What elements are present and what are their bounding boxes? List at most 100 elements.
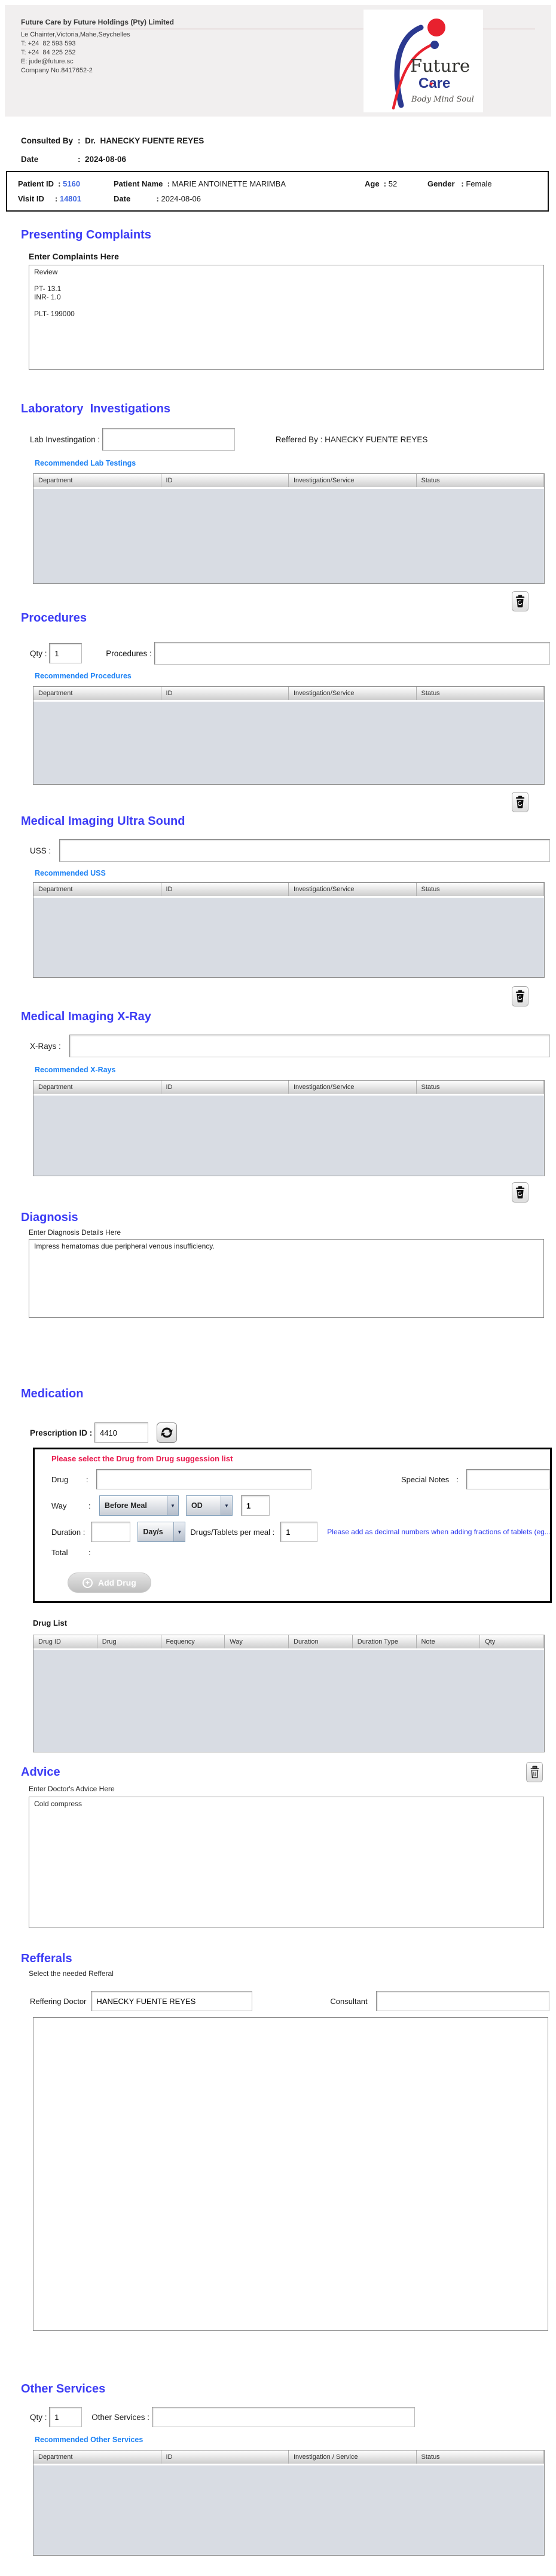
recommended-lab-testings-link[interactable]: Recommended Lab Testings bbox=[35, 459, 556, 467]
drug-col-drug[interactable]: Drug bbox=[97, 1635, 161, 1648]
drug-col-way[interactable]: Way bbox=[225, 1635, 289, 1648]
lab-col-department[interactable]: Department bbox=[33, 474, 161, 487]
prescription-id-label: Prescription ID : bbox=[30, 1428, 95, 1437]
consulted-by-label: Consulted By bbox=[21, 136, 74, 145]
special-notes-input[interactable] bbox=[466, 1469, 551, 1489]
drug-input[interactable] bbox=[96, 1469, 311, 1489]
other-services-input[interactable] bbox=[151, 2407, 415, 2427]
refferal-inputs-row: Reffering Doctor Consultant bbox=[30, 1991, 556, 2011]
uss-col-id[interactable]: ID bbox=[161, 883, 289, 896]
per-meal-input[interactable] bbox=[280, 1522, 318, 1542]
uss-table-body[interactable] bbox=[33, 898, 544, 977]
lab-col-status[interactable]: Status bbox=[417, 474, 544, 487]
trash-icon[interactable] bbox=[526, 1762, 543, 1782]
complaints-textarea[interactable]: Review PT- 13.1 INR- 1.0 PLT- 199000 bbox=[29, 265, 544, 370]
duration-type-value: Day/s bbox=[143, 1528, 163, 1536]
xray-col-investigation[interactable]: Investigation/Service bbox=[289, 1081, 417, 1094]
date-label: Date bbox=[21, 155, 39, 164]
consulted-by-value: : Dr. HANECKY FUENTE REYES bbox=[78, 136, 204, 145]
add-drug-button[interactable]: + Add Drug bbox=[68, 1572, 151, 1593]
drug-col-id[interactable]: Drug ID bbox=[33, 1635, 97, 1648]
section-title-advice: Advice bbox=[21, 1765, 60, 1779]
drug-list-label: Drug List bbox=[33, 1619, 68, 1627]
trash-icon[interactable] bbox=[512, 1182, 528, 1203]
advice-label: Enter Doctor's Advice Here bbox=[29, 1785, 115, 1793]
logo-red-dot bbox=[427, 19, 445, 36]
procedures-qty-input[interactable] bbox=[49, 643, 83, 663]
way-selected-value: Before Meal bbox=[105, 1501, 147, 1510]
uss-col-investigation[interactable]: Investigation/Service bbox=[289, 883, 417, 896]
chevron-down-icon: ▼ bbox=[221, 1496, 232, 1515]
procedures-table: Department ID Investigation/Service Stat… bbox=[33, 686, 545, 785]
logo-tagline: Body Mind Soul bbox=[411, 95, 474, 104]
drug-col-note[interactable]: Note bbox=[417, 1635, 481, 1648]
trash-icon[interactable] bbox=[512, 792, 528, 812]
consultant-input[interactable] bbox=[375, 1991, 549, 2011]
other-services-label: Other Services : bbox=[91, 2412, 152, 2422]
frequency-qty-input[interactable] bbox=[241, 1495, 270, 1516]
lab-investigation-input[interactable] bbox=[102, 428, 235, 451]
uss-input[interactable] bbox=[59, 839, 550, 862]
xray-col-department[interactable]: Department bbox=[33, 1081, 161, 1094]
recommended-other-services-link[interactable]: Recommended Other Services bbox=[35, 2436, 556, 2444]
other-services-qty-input[interactable] bbox=[49, 2407, 83, 2427]
trash-icon[interactable] bbox=[512, 591, 528, 611]
other-services-table-body[interactable] bbox=[33, 2465, 544, 2555]
company-phone-1: T: +24 82 593 593 bbox=[21, 40, 76, 47]
refferals-subtitle: Select the needed Refferal bbox=[29, 1969, 114, 1978]
drug-col-qty[interactable]: Qty bbox=[480, 1635, 544, 1648]
way-select[interactable]: Before Meal ▼ bbox=[99, 1495, 179, 1516]
xray-table-body[interactable] bbox=[33, 1096, 544, 1176]
xray-input[interactable] bbox=[69, 1035, 550, 1057]
advice-textarea[interactable]: Cold compress bbox=[29, 1797, 544, 1928]
company-header: Future Care by Future Holdings (Pty) Lim… bbox=[5, 5, 551, 117]
recommended-procedures-link[interactable]: Recommended Procedures bbox=[35, 672, 556, 680]
age-value: 52 bbox=[388, 179, 398, 188]
gender-label: Gender : bbox=[427, 179, 464, 188]
drug-list-body[interactable] bbox=[33, 1650, 544, 1752]
lab-table-body[interactable] bbox=[33, 489, 544, 583]
future-care-logo: Future Care ♥ Body Mind Soul bbox=[363, 10, 483, 112]
consultation-date-line: Date : 2024-08-06 bbox=[21, 155, 556, 164]
refferal-list-box[interactable] bbox=[33, 2017, 548, 2331]
procedures-input[interactable] bbox=[154, 642, 550, 665]
drug-list-header: Drug ID Drug Fequency Way Duration Durat… bbox=[33, 1635, 544, 1650]
prescription-id-input[interactable] bbox=[94, 1422, 149, 1443]
drug-col-duration[interactable]: Duration bbox=[289, 1635, 353, 1648]
visit-id-value: 14801 bbox=[59, 194, 81, 203]
os-col-department[interactable]: Department bbox=[33, 2450, 161, 2464]
uss-col-status[interactable]: Status bbox=[417, 883, 544, 896]
recommended-uss-link[interactable]: Recommended USS bbox=[35, 869, 556, 877]
drug-label: Drug bbox=[51, 1474, 69, 1484]
xray-label: X-Rays : bbox=[30, 1041, 63, 1051]
procedures-col-investigation[interactable]: Investigation/Service bbox=[289, 687, 417, 700]
refresh-icon[interactable] bbox=[157, 1422, 178, 1443]
lab-col-investigation[interactable]: Investigation/Service bbox=[289, 474, 417, 487]
reffering-doctor-input[interactable] bbox=[91, 1991, 253, 2011]
patient-name-label: Patient Name : bbox=[114, 179, 170, 188]
os-col-status[interactable]: Status bbox=[417, 2450, 544, 2464]
frequency-select[interactable]: OD ▼ bbox=[186, 1495, 233, 1516]
section-title-ultrasound: Medical Imaging Ultra Sound bbox=[21, 815, 185, 828]
recommended-xrays-link[interactable]: Recommended X-Rays bbox=[35, 1066, 556, 1074]
procedures-label: Procedures : bbox=[106, 648, 154, 658]
uss-col-department[interactable]: Department bbox=[33, 883, 161, 896]
trash-icon[interactable] bbox=[512, 986, 528, 1006]
lab-col-id[interactable]: ID bbox=[161, 474, 289, 487]
drug-col-duration-type[interactable]: Duration Type bbox=[353, 1635, 417, 1648]
frequency-selected-value: OD bbox=[191, 1501, 203, 1510]
procedures-col-status[interactable]: Status bbox=[417, 687, 544, 700]
duration-input[interactable] bbox=[91, 1522, 131, 1542]
lab-results-table: Department ID Investigation/Service Stat… bbox=[33, 473, 545, 584]
procedures-col-id[interactable]: ID bbox=[161, 687, 289, 700]
logo-blue-dot bbox=[430, 41, 439, 49]
xray-col-status[interactable]: Status bbox=[417, 1081, 544, 1094]
diagnosis-textarea[interactable]: Impress hematomas due peripheral venous … bbox=[29, 1239, 544, 1318]
procedures-table-body[interactable] bbox=[33, 702, 544, 784]
procedures-col-department[interactable]: Department bbox=[33, 687, 161, 700]
duration-type-select[interactable]: Day/s ▼ bbox=[138, 1522, 186, 1542]
os-col-investigation[interactable]: Investigation / Service bbox=[289, 2450, 417, 2464]
drug-col-frequency[interactable]: Fequency bbox=[161, 1635, 225, 1648]
os-col-id[interactable]: ID bbox=[161, 2450, 289, 2464]
xray-col-id[interactable]: ID bbox=[161, 1081, 289, 1094]
